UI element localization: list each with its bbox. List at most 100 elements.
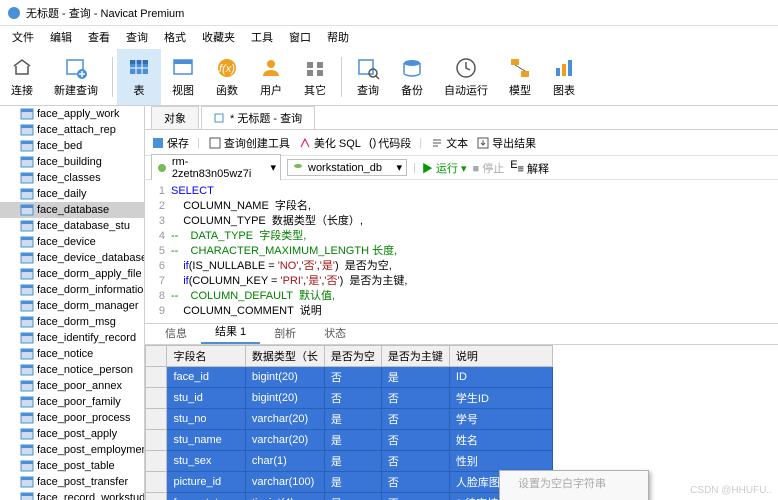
function-button[interactable]: f(x)函数 [205, 49, 249, 105]
cell[interactable]: stu_id [167, 388, 245, 409]
tab-profile[interactable]: 剖析 [260, 322, 310, 344]
cell[interactable]: face_status [167, 493, 245, 500]
tree-item[interactable]: face_post_apply [0, 426, 144, 442]
sql-editor[interactable]: 1SELECT2 COLUMN_NAME 字段名,3 COLUMN_TYPE 数… [145, 180, 778, 323]
cell[interactable]: 否 [324, 388, 381, 409]
connect-button[interactable]: 连接 [0, 49, 44, 105]
cell[interactable]: 否 [381, 388, 449, 409]
tree-item[interactable]: face_poor_annex [0, 378, 144, 394]
schema-select[interactable]: workstation_db▾ [287, 159, 407, 176]
cell[interactable]: stu_sex [167, 451, 245, 472]
tree-item[interactable]: face_device_database [0, 250, 144, 266]
cell[interactable]: 否 [381, 493, 449, 500]
menu-query[interactable]: 查询 [118, 27, 156, 47]
cell[interactable]: 是 [324, 493, 381, 500]
beautify-button[interactable]: 美化 SQL [298, 135, 361, 151]
new-query-button[interactable]: 新建查询 [44, 49, 108, 105]
table-button[interactable]: 表 [117, 49, 161, 105]
tree-item[interactable]: face_post_employment [0, 442, 144, 458]
cell[interactable]: stu_no [167, 409, 245, 430]
cell[interactable]: 姓名 [449, 430, 552, 451]
stop-button[interactable]: ■ 停止 [473, 160, 505, 176]
cell[interactable]: 是 [324, 451, 381, 472]
tree-item[interactable]: face_database [0, 202, 144, 218]
cell[interactable]: 否 [381, 409, 449, 430]
tree-item[interactable]: face_device [0, 234, 144, 250]
column-header[interactable]: 字段名 [167, 346, 245, 367]
cell[interactable]: 否 [381, 451, 449, 472]
cell[interactable]: varchar(20) [245, 409, 324, 430]
tree-item[interactable]: face_dorm_apply_file [0, 266, 144, 282]
menu-view[interactable]: 查看 [80, 27, 118, 47]
cell[interactable]: 是 [324, 472, 381, 493]
tree-item[interactable]: face_database_stu [0, 218, 144, 234]
cell[interactable]: picture_id [167, 472, 245, 493]
menu-favorites[interactable]: 收藏夹 [194, 27, 243, 47]
tree-item[interactable]: face_notice_person [0, 362, 144, 378]
menu-help[interactable]: 帮助 [319, 27, 357, 47]
other-button[interactable]: 其它 [293, 49, 337, 105]
tree-item[interactable]: face_bed [0, 138, 144, 154]
cell[interactable]: tinyint(4) [245, 493, 324, 500]
ctx-set-blank[interactable]: 设置为空白字符串 [500, 471, 648, 495]
tree-item[interactable]: face_notice [0, 346, 144, 362]
save-button[interactable]: 保存 [151, 135, 189, 151]
column-header[interactable]: 说明 [449, 346, 552, 367]
cell[interactable]: stu_name [167, 430, 245, 451]
cell[interactable]: char(1) [245, 451, 324, 472]
cell[interactable]: 性别 [449, 451, 552, 472]
tree-item[interactable]: face_classes [0, 170, 144, 186]
tree-item[interactable]: face_daily [0, 186, 144, 202]
cell[interactable]: 学号 [449, 409, 552, 430]
tree-item[interactable]: face_dorm_manager [0, 298, 144, 314]
sidebar[interactable]: face_apply_workface_attach_repface_bedfa… [0, 106, 145, 500]
ctx-set-null[interactable]: 设置为 NULL [500, 495, 648, 500]
result-grid[interactable]: 字段名数据类型（长是否为空是否为主键说明face_idbigint(20)否是I… [145, 345, 778, 500]
user-button[interactable]: 用户 [249, 49, 293, 105]
menu-edit[interactable]: 编辑 [42, 27, 80, 47]
column-header[interactable]: 数据类型（长 [245, 346, 324, 367]
cell[interactable]: varchar(20) [245, 430, 324, 451]
cell[interactable]: 是 [324, 430, 381, 451]
connection-select[interactable]: rm-2zetn83n05wz7i▾ [151, 154, 281, 182]
menu-file[interactable]: 文件 [4, 27, 42, 47]
tree-item[interactable]: face_apply_work [0, 106, 144, 122]
tree-item[interactable]: face_dorm_msg [0, 314, 144, 330]
run-button[interactable]: ▶ 运行 ▾ [422, 160, 467, 176]
cell[interactable]: bigint(20) [245, 388, 324, 409]
explain-button[interactable]: E≡ 解释 [510, 159, 549, 177]
tab-query[interactable]: * 无标题 - 查询 [201, 106, 315, 129]
column-header[interactable]: 是否为主键 [381, 346, 449, 367]
cell[interactable]: 学生ID [449, 388, 552, 409]
tree-item[interactable]: face_poor_process [0, 410, 144, 426]
view-button[interactable]: 视图 [161, 49, 205, 105]
tree-item[interactable]: face_attach_rep [0, 122, 144, 138]
menu-tools[interactable]: 工具 [243, 27, 281, 47]
cell[interactable]: 否 [381, 430, 449, 451]
backup-button[interactable]: 备份 [390, 49, 434, 105]
tree-item[interactable]: face_record_workstudy [0, 490, 144, 500]
cell[interactable]: 否 [381, 472, 449, 493]
cell[interactable]: varchar(100) [245, 472, 324, 493]
model-button[interactable]: 模型 [498, 49, 542, 105]
column-header[interactable]: 是否为空 [324, 346, 381, 367]
cell[interactable]: ID [449, 367, 552, 388]
tree-item[interactable]: face_post_transfer [0, 474, 144, 490]
menu-format[interactable]: 格式 [156, 27, 194, 47]
text-button[interactable]: 文本 [430, 135, 468, 151]
tree-item[interactable]: face_poor_family [0, 394, 144, 410]
query-builder-button[interactable]: 查询创建工具 [208, 135, 290, 151]
export-button[interactable]: 导出结果 [476, 135, 536, 151]
chart-button[interactable]: 图表 [542, 49, 586, 105]
cell[interactable]: face_id [167, 367, 245, 388]
code-segment-button[interactable]: ()代码段 [369, 135, 411, 151]
cell[interactable]: 是 [324, 409, 381, 430]
cell[interactable]: bigint(20) [245, 367, 324, 388]
cell[interactable]: 是 [381, 367, 449, 388]
tree-item[interactable]: face_building [0, 154, 144, 170]
menu-window[interactable]: 窗口 [281, 27, 319, 47]
query-button[interactable]: 查询 [346, 49, 390, 105]
tab-result[interactable]: 结果 1 [201, 320, 260, 344]
tab-objects[interactable]: 对象 [151, 106, 199, 129]
tab-info[interactable]: 信息 [151, 322, 201, 344]
